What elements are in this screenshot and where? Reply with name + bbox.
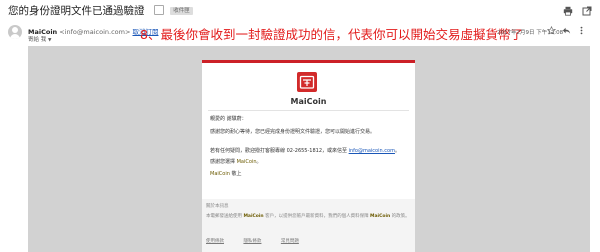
message-actions — [547, 26, 586, 35]
signoff-suffix: 敬上 — [231, 171, 242, 177]
sender-avatar-icon — [8, 25, 22, 39]
footer-text-prefix: 本電郵發送給使用 — [206, 214, 242, 219]
more-options-icon[interactable] — [577, 26, 586, 35]
email-subject: 您的身份證明文件已通過驗證 收件匣 — [8, 3, 193, 18]
contact-line: 若有任何疑問，歡迎撥打客服專線 02-2655-1812，或來信至 info@m… — [210, 147, 400, 154]
star-icon[interactable] — [547, 26, 556, 35]
footer-title: 關於本訊息 — [206, 204, 229, 209]
greeting: 親愛的 謝騏蔚： — [210, 116, 247, 122]
terms-link[interactable]: 使用條款 — [206, 239, 224, 244]
recipient-label: 寄給 我 — [28, 37, 47, 43]
thanks-line: 感謝您選擇 MaiCoin。 — [210, 158, 262, 165]
signoff-line: MaiCoin 敬上 — [210, 170, 242, 177]
privacy-link[interactable]: 隱私條款 — [243, 239, 261, 244]
chevron-down-icon[interactable]: ▼ — [48, 38, 51, 43]
footer-brand: MaiCoin — [370, 214, 391, 219]
signoff-brand: MaiCoin — [210, 171, 230, 177]
email-card: MaiCoin 親愛的 謝騏蔚： 感謝您的耐心等待，您已經完成身份證明文件驗證，… — [202, 60, 415, 252]
open-in-new-window-icon[interactable] — [582, 6, 592, 16]
verified-message: 感謝您的耐心等待，您已經完成身份證明文件驗證，您可以開始進行交易。 — [210, 129, 376, 135]
reply-icon[interactable] — [562, 26, 571, 35]
label-badge[interactable]: 收件匣 — [170, 7, 193, 15]
subject-text: 您的身份證明文件已通過驗證 — [8, 5, 145, 17]
footer-links: 使用條款 隱私條款 常見問題 — [206, 238, 317, 244]
footer-text-suffix: 的政策。 — [391, 214, 410, 219]
thanks-brand: MaiCoin — [236, 159, 257, 165]
important-marker-icon[interactable] — [153, 5, 164, 15]
header-actions — [563, 6, 592, 16]
footer-text: 本電郵發送給使用 MaiCoin 客戶，以提供您帳戶最新資料，我們的個人資料保障… — [206, 213, 411, 220]
tutorial-annotation: 8、最後你會收到一封驗證成功的信，代表你可以開始交易虛擬貨幣了 — [140, 27, 523, 42]
recipient-toggle[interactable]: 寄給 我 ▼ — [28, 35, 51, 43]
contact-prefix: 若有任何疑問，歡迎撥打客服專線 02-2655-1812，或來信至 — [210, 148, 348, 154]
print-icon[interactable] — [563, 6, 573, 16]
divider — [208, 110, 409, 111]
brand-top-bar — [202, 60, 415, 63]
maicoin-logo-icon — [297, 72, 317, 92]
contact-email-link[interactable]: info@maicoin.com — [349, 148, 395, 154]
footer-brand: MaiCoin — [243, 214, 264, 219]
brand-name: MaiCoin — [290, 97, 327, 106]
thanks-suffix: 。 — [256, 159, 262, 165]
footer-text-middle: 客戶，以提供您帳戶最新資料，我們的個人資料保障 — [265, 214, 369, 219]
faq-link[interactable]: 常見問題 — [281, 239, 299, 244]
contact-suffix: 。 — [394, 148, 400, 154]
email-footer: 關於本訊息 本電郵發送給使用 MaiCoin 客戶，以提供您帳戶最新資料，我們的… — [202, 199, 415, 252]
sender-email: <info@maicoin.com> — [59, 28, 131, 36]
thanks-prefix: 感謝您選擇 — [210, 159, 236, 165]
